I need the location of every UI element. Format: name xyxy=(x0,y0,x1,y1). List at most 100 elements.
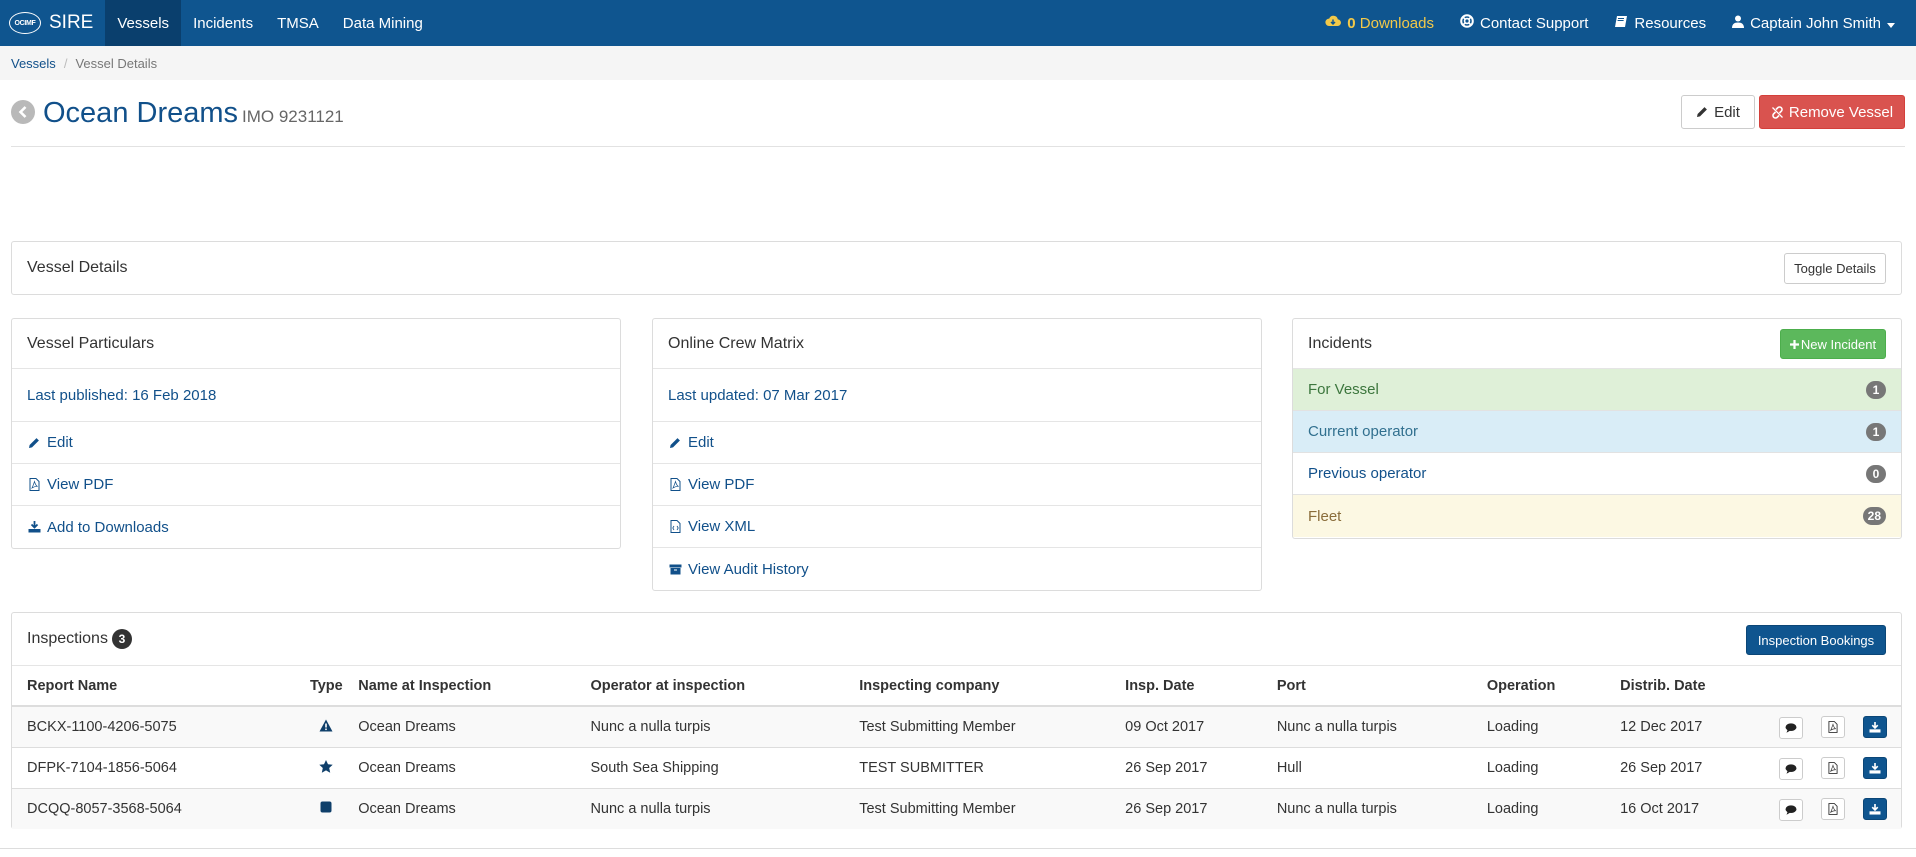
book-icon xyxy=(1614,15,1628,32)
inspections-count-badge: 3 xyxy=(111,629,132,649)
inspecting-company-cell: Test Submitting Member xyxy=(859,788,1126,829)
plus-icon xyxy=(1789,339,1799,349)
incidents-current-operator-label: Current operator xyxy=(1308,423,1419,440)
col-insp-date[interactable]: Insp. Date xyxy=(1125,666,1277,707)
operator-cell: Nunc a nulla turpis xyxy=(590,706,860,748)
nav-resources[interactable]: Resources xyxy=(1601,0,1719,46)
col-distrib-date[interactable]: Distrib. Date xyxy=(1620,666,1779,707)
edit-vessel-label: Edit xyxy=(1714,103,1740,121)
operation-cell: Loading xyxy=(1486,788,1621,829)
view-pdf-button[interactable] xyxy=(1820,756,1845,779)
report-name-cell: DFPK-7104-1856-5064 xyxy=(12,747,303,789)
crew-matrix-view-xml-link[interactable]: View XML xyxy=(653,506,1261,548)
incidents-for-vessel-label: For Vessel xyxy=(1308,381,1379,398)
download-icon xyxy=(27,521,41,533)
comment-icon xyxy=(1785,804,1797,815)
port-cell: Nunc a nulla turpis xyxy=(1276,706,1487,748)
name-at-inspection-cell: Ocean Dreams xyxy=(350,788,591,829)
inspection-bookings-button[interactable]: Inspection Bookings xyxy=(1746,625,1886,655)
footer-divider xyxy=(0,848,1916,849)
comment-button[interactable] xyxy=(1778,757,1803,780)
nav-data-mining[interactable]: Data Mining xyxy=(331,0,435,46)
report-name-cell: DCQQ-8057-3568-5064 xyxy=(12,788,303,829)
nav-incidents[interactable]: Incidents xyxy=(181,0,265,46)
nav-downloads[interactable]: 0 Downloads xyxy=(1312,0,1447,46)
inspections-header-row: Report Name Type Name at Inspection Oper… xyxy=(12,666,1901,707)
square-icon xyxy=(320,801,332,813)
nav-right: 0 Downloads Contact Support Resources Ca… xyxy=(1312,0,1916,46)
vessel-name: Ocean Dreams xyxy=(43,97,239,129)
download-button[interactable] xyxy=(1863,757,1887,779)
view-pdf-button[interactable] xyxy=(1820,797,1845,820)
download-icon xyxy=(1869,762,1881,774)
operator-cell: South Sea Shipping xyxy=(590,747,860,789)
breadcrumb-vessels[interactable]: Vessels xyxy=(11,56,56,71)
star-icon xyxy=(319,759,334,773)
edit-vessel-button[interactable]: Edit xyxy=(1681,95,1755,129)
pdf-file-icon xyxy=(27,478,41,491)
crew-matrix-edit-link[interactable]: Edit xyxy=(653,422,1261,464)
table-row[interactable]: BCKX-1100-4206-5075 Ocean Dreams Nunc a … xyxy=(12,706,1901,748)
nav-tmsa[interactable]: TMSA xyxy=(265,0,331,46)
download-button[interactable] xyxy=(1863,798,1887,820)
breadcrumb-separator: / xyxy=(63,55,68,71)
add-to-downloads-link[interactable]: Add to Downloads xyxy=(12,506,620,548)
lifebuoy-icon xyxy=(1460,14,1474,32)
incidents-current-operator-row[interactable]: Current operator 1 xyxy=(1293,411,1901,453)
remove-vessel-button[interactable]: Remove Vessel xyxy=(1759,95,1905,129)
archive-icon xyxy=(668,564,682,575)
col-inspecting-company[interactable]: Inspecting company xyxy=(859,666,1126,707)
view-pdf-button[interactable] xyxy=(1820,715,1845,738)
operation-cell: Loading xyxy=(1486,706,1621,748)
breadcrumb: Vessels / Vessel Details xyxy=(0,46,1916,80)
col-operation[interactable]: Operation xyxy=(1486,666,1621,707)
nav-user-menu[interactable]: Captain John Smith xyxy=(1719,0,1908,46)
incidents-fleet-row[interactable]: Fleet 28 xyxy=(1293,495,1901,537)
incidents-for-vessel-row[interactable]: For Vessel 1 xyxy=(1293,369,1901,411)
comment-icon xyxy=(1785,763,1797,774)
incidents-for-vessel-count: 1 xyxy=(1866,380,1886,399)
incidents-previous-operator-count: 0 xyxy=(1866,464,1886,483)
col-port[interactable]: Port xyxy=(1276,666,1487,707)
toggle-details-button[interactable]: Toggle Details xyxy=(1784,253,1886,284)
actions-cell xyxy=(1778,706,1901,748)
new-incident-button[interactable]: New Incident xyxy=(1780,329,1886,359)
download-button[interactable] xyxy=(1863,716,1887,738)
table-row[interactable]: DFPK-7104-1856-5064 Ocean Dreams South S… xyxy=(12,747,1901,789)
pdf-file-icon xyxy=(1828,720,1838,733)
inspections-heading: Inspections 3 xyxy=(12,613,1901,666)
col-actions xyxy=(1778,666,1901,707)
table-row[interactable]: DCQQ-8057-3568-5064 Ocean Dreams Nunc a … xyxy=(12,788,1901,829)
col-operator-at-inspection[interactable]: Operator at inspection xyxy=(590,666,860,707)
insp-date-cell: 26 Sep 2017 xyxy=(1125,788,1277,829)
user-icon xyxy=(1732,15,1745,32)
operation-cell: Loading xyxy=(1486,747,1621,789)
comment-button[interactable] xyxy=(1778,798,1803,821)
comment-button[interactable] xyxy=(1778,716,1803,739)
remove-vessel-label: Remove Vessel xyxy=(1788,103,1894,121)
incidents-previous-operator-row[interactable]: Previous operator 0 xyxy=(1293,453,1901,495)
breadcrumb-current: Vessel Details xyxy=(75,55,158,71)
new-incident-label: New Incident xyxy=(1800,336,1877,352)
inspections-panel: Inspections 3 Inspection Bookings Report… xyxy=(11,612,1902,829)
crew-matrix-audit-history-link[interactable]: View Audit History xyxy=(653,548,1261,590)
brand[interactable]: OCIMF SIRE xyxy=(0,0,105,46)
vessel-particulars-panel: Vessel Particulars Last published: 16 Fe… xyxy=(11,318,621,549)
back-arrow-icon[interactable] xyxy=(11,100,35,124)
particulars-view-pdf-link[interactable]: View PDF xyxy=(12,464,620,506)
col-report-name[interactable]: Report Name xyxy=(12,666,303,707)
user-name: Captain John Smith xyxy=(1750,14,1881,32)
actions-cell xyxy=(1778,747,1901,789)
top-navbar: OCIMF SIRE Vessels Incidents TMSA Data M… xyxy=(0,0,1916,46)
vessel-details-panel: Vessel Details Toggle Details xyxy=(11,241,1902,295)
crew-matrix-view-pdf-link[interactable]: View PDF xyxy=(653,464,1261,506)
incidents-fleet-count: 28 xyxy=(1862,507,1886,525)
particulars-edit-link[interactable]: Edit xyxy=(12,422,620,464)
nav-vessels[interactable]: Vessels xyxy=(105,0,182,46)
incidents-previous-operator-label: Previous operator xyxy=(1308,465,1427,482)
col-name-at-inspection[interactable]: Name at Inspection xyxy=(350,666,591,707)
nav-contact-support[interactable]: Contact Support xyxy=(1447,0,1601,46)
crew-matrix-view-pdf-label: View PDF xyxy=(688,476,755,493)
col-type[interactable]: Type xyxy=(302,666,351,707)
contact-support-label: Contact Support xyxy=(1479,14,1589,32)
